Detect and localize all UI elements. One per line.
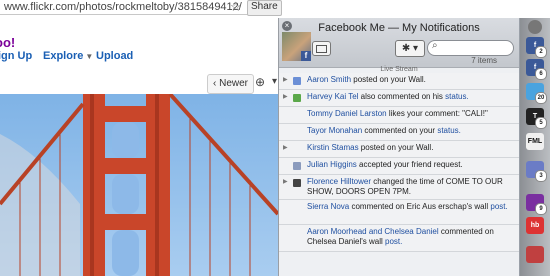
notification-row[interactable]: ▶ Florence Hilltower changed the time of … <box>279 175 519 200</box>
expand-arrow-icon[interactable]: ▶ <box>283 76 288 83</box>
golden-gate-photo[interactable] <box>0 94 278 276</box>
notification-row[interactable]: Tommy Daniel Larston likes your comment:… <box>279 107 519 124</box>
notification-row[interactable]: Julian Higgins accepted your friend requ… <box>279 158 519 175</box>
notification-text: Tommy Daniel Larston likes your comment:… <box>307 109 513 119</box>
dock-item-label: hb <box>530 222 540 229</box>
notification-count-badge: 20 <box>535 92 547 104</box>
notification-actor[interactable]: Harvey Kai Tel <box>307 92 358 101</box>
friend-icon <box>293 162 301 170</box>
notification-text: Florence Hilltower changed the time of C… <box>307 177 513 197</box>
nav-signup[interactable]: ign Up <box>0 50 32 62</box>
facebook-icon[interactable]: f2 <box>526 37 547 58</box>
url-text[interactable]: www.flickr.com/photos/rockmeltoby/381584… <box>4 1 242 13</box>
section-label: Live Stream <box>380 66 418 73</box>
expand-arrow-icon[interactable]: ▶ <box>283 93 288 100</box>
notification-message: posted on your Wall. <box>358 143 434 152</box>
share-button[interactable]: Share <box>247 0 282 16</box>
notification-text: Tayor Monahan commented on your status. <box>307 126 513 136</box>
notification-count-badge: 2 <box>535 46 547 58</box>
notification-message: also commented on his <box>358 92 446 101</box>
notification-row[interactable]: Tayor Monahan commented on your status. <box>279 124 519 141</box>
twitter-icon[interactable]: 20 <box>526 83 547 104</box>
notification-link[interactable]: post. <box>490 202 507 211</box>
notification-message: accepted your friend request. <box>356 160 463 169</box>
notification-row[interactable]: Aaron Moorhead and Chelsea Daniel commen… <box>279 225 519 252</box>
notification-actor[interactable]: Sierra Nova <box>307 202 349 211</box>
bookmark-star-icon[interactable]: ☆ <box>230 0 242 15</box>
notification-count-badge: 5 <box>535 117 547 129</box>
notification-actor[interactable]: Kirstin Stamas <box>307 143 359 152</box>
notification-actor[interactable]: Tayor Monahan <box>307 126 362 135</box>
hb-icon[interactable]: hb <box>526 217 544 234</box>
notification-actor[interactable]: Aaron Moorhead and Chelsea Daniel <box>307 227 439 236</box>
search-box[interactable]: ⌕ <box>427 40 514 56</box>
notification-actor[interactable]: Aaron Smith <box>307 75 351 84</box>
expand-arrow-icon[interactable]: ▶ <box>283 144 288 151</box>
toggle-sidebar-button[interactable] <box>312 41 331 56</box>
notification-row[interactable]: ▶ Kirstin Stamas posted on your Wall. <box>279 141 519 158</box>
bridge-image <box>0 94 278 276</box>
notification-row[interactable]: ▶ Harvey Kai Tel also commented on his st… <box>279 90 519 107</box>
search-icon: ⌕ <box>432 40 438 51</box>
notification-row[interactable]: Sierra Nova commented on Eric Aus erscha… <box>279 200 519 225</box>
dock-item-label: FML <box>527 138 543 145</box>
facebook-icon: f <box>301 51 311 61</box>
panel-title: Facebook Me — My Notifications <box>318 22 480 34</box>
yahoo-logo[interactable]: oo! <box>0 35 15 50</box>
notification-text: Aaron Smith posted on your Wall. <box>307 75 513 85</box>
notification-list: ▶ Aaron Smith posted on your Wall. ▶ Harvey… <box>279 73 519 252</box>
item-count: 7 items <box>471 56 497 65</box>
notification-count-badge: 3 <box>535 170 547 182</box>
address-bar[interactable]: www.flickr.com/photos/rockmeltoby/381584… <box>0 0 282 16</box>
avatar[interactable]: f <box>282 32 311 61</box>
app-icon[interactable]: 9 <box>526 194 547 215</box>
notification-actor[interactable]: Tommy Daniel Larston <box>307 109 387 118</box>
event-icon <box>293 179 301 187</box>
notification-message: likes your comment: "CALI!" <box>386 109 488 118</box>
facebook-icon[interactable]: f6 <box>526 59 547 80</box>
notification-link[interactable]: post. <box>385 237 402 246</box>
panel-header: × Facebook Me — My Notifications f ✱ ▾ ⌕… <box>279 18 519 68</box>
nav-upload[interactable]: Upload <box>96 50 133 62</box>
notifications-panel: × Facebook Me — My Notifications f ✱ ▾ ⌕… <box>278 18 521 276</box>
zoom-icon[interactable]: ⊕ <box>255 75 265 89</box>
notification-text: Harvey Kai Tel also commented on his sta… <box>307 92 513 102</box>
notification-text: Julian Higgins accepted your friend requ… <box>307 160 513 170</box>
fml-icon[interactable]: FML <box>526 133 544 150</box>
newer-button[interactable]: ‹ Newer <box>207 74 255 94</box>
notification-count-badge: 6 <box>535 68 547 80</box>
gear-menu-button[interactable]: ✱ ▾ <box>395 40 425 57</box>
nav-explore[interactable]: Explore ▼ <box>43 50 93 62</box>
expand-arrow-icon[interactable]: ▶ <box>283 178 288 185</box>
globe-icon[interactable] <box>528 20 542 34</box>
app-icon[interactable] <box>526 246 544 263</box>
notification-message: commented on Eric Aus erschap's wall <box>349 202 491 211</box>
notification-text: Kirstin Stamas posted on your Wall. <box>307 143 513 153</box>
notification-message: commented on your <box>362 126 438 135</box>
app-icon[interactable]: 3 <box>526 161 547 182</box>
notification-row[interactable]: ▶ Aaron Smith posted on your Wall. <box>279 73 519 90</box>
search-input[interactable] <box>443 42 511 55</box>
notification-link[interactable]: status. <box>445 92 469 101</box>
app-dock: f 2 f 6 20 T 5 FML 3 9 hb <box>520 18 550 276</box>
chevron-down-icon: ▼ <box>85 52 94 61</box>
nytimes-icon[interactable]: T5 <box>526 108 547 129</box>
notification-actor[interactable]: Julian Higgins <box>307 160 357 169</box>
notification-count-badge: 9 <box>535 203 547 215</box>
more-icon[interactable]: ▾ <box>272 76 277 87</box>
notification-text: Aaron Moorhead and Chelsea Daniel commen… <box>307 227 513 247</box>
notification-link[interactable]: status. <box>437 126 461 135</box>
wall-post-icon <box>293 77 301 85</box>
notification-message: posted on your Wall. <box>351 75 426 84</box>
notification-actor[interactable]: Florence Hilltower <box>307 177 371 186</box>
notification-text: Sierra Nova commented on Eric Aus erscha… <box>307 202 513 212</box>
gear-icon: ✱ <box>401 43 411 54</box>
comment-icon <box>293 94 301 102</box>
